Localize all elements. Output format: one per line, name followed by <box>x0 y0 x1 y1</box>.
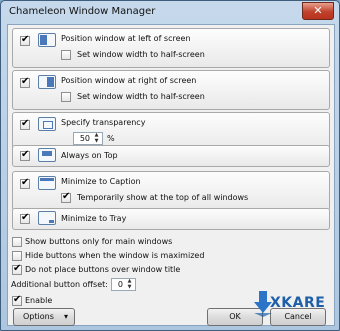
minimize-tray-icon <box>38 211 56 225</box>
group-minimize-tray: Minimize to Tray <box>12 208 330 230</box>
label-transparency: Specify transparency <box>61 118 146 127</box>
title-bar[interactable]: Chameleon Window Manager ✕ <box>1 1 339 23</box>
checkbox-enable[interactable] <box>12 294 22 306</box>
label-no-title: Do not place buttons over window title <box>25 265 181 274</box>
checkbox-show-on-top[interactable] <box>61 191 71 203</box>
checkbox-main-windows[interactable] <box>12 237 22 247</box>
checkbox-minimize-caption[interactable] <box>20 177 30 189</box>
chevron-down-icon: ▾ <box>63 312 68 321</box>
checkbox-hide-maximized[interactable] <box>12 251 22 261</box>
transparency-value: 50 <box>79 134 90 143</box>
label-button-offset: Additional button offset: <box>11 280 108 289</box>
label-right-half-width: Set window width to half-screen <box>77 92 205 101</box>
label-position-left: Position window at left of screen <box>61 34 191 43</box>
stepper-down-icon[interactable]: ▼ <box>92 139 101 144</box>
checkbox-minimize-tray[interactable] <box>20 212 30 224</box>
button-offset-value: 0 <box>117 280 123 289</box>
window-right-icon <box>38 75 56 89</box>
xkare-logo: XKARE <box>254 291 325 319</box>
window-title: Chameleon Window Manager <box>9 6 156 17</box>
checkbox-position-right[interactable] <box>20 76 30 88</box>
checkbox-transparency[interactable] <box>20 118 30 130</box>
label-always-on-top: Always on Top <box>61 151 118 160</box>
window-left-icon <box>38 33 56 47</box>
transparency-stepper[interactable]: 50 ▲ ▼ <box>73 132 103 145</box>
label-position-right: Position window at right of screen <box>61 76 197 85</box>
checkbox-left-half-width[interactable] <box>61 50 71 60</box>
label-show-on-top: Temporarily show at the top of all windo… <box>77 193 249 202</box>
options-button-label: Options <box>23 312 54 321</box>
label-minimize-caption: Minimize to Caption <box>61 177 141 186</box>
dialog-client-area: Position window at left of screen Set wi… <box>7 24 335 326</box>
transparency-icon <box>38 117 56 131</box>
group-position-left: Position window at left of screen Set wi… <box>12 28 330 68</box>
offset-down-icon[interactable]: ▼ <box>125 285 134 290</box>
group-position-right: Position window at right of screen Set w… <box>12 70 330 110</box>
checkbox-always-on-top[interactable] <box>20 149 30 161</box>
minimize-caption-icon <box>38 176 56 190</box>
label-hide-maximized: Hide buttons when the window is maximize… <box>25 251 205 260</box>
transparency-unit: % <box>107 134 115 143</box>
group-minimize-caption: Minimize to Caption Temporarily show at … <box>12 171 330 211</box>
label-main-windows: Show buttons only for main windows <box>25 237 173 246</box>
label-enable: Enable <box>25 296 53 305</box>
label-left-half-width: Set window width to half-screen <box>77 50 205 59</box>
label-minimize-tray: Minimize to Tray <box>61 214 127 223</box>
options-button[interactable]: Options ▾ <box>13 308 75 326</box>
button-offset-stepper[interactable]: 0 ▲ ▼ <box>111 278 136 291</box>
always-on-top-icon <box>38 148 56 162</box>
checkbox-right-half-width[interactable] <box>61 92 71 102</box>
watermark-text: XKARE <box>270 295 326 311</box>
checkbox-position-left[interactable] <box>20 34 30 46</box>
close-button[interactable]: ✕ <box>302 2 334 20</box>
checkbox-no-title[interactable] <box>12 263 22 275</box>
group-always-on-top: Always on Top <box>12 145 330 167</box>
dialog-window: Chameleon Window Manager ✕ Position wind… <box>0 0 340 331</box>
